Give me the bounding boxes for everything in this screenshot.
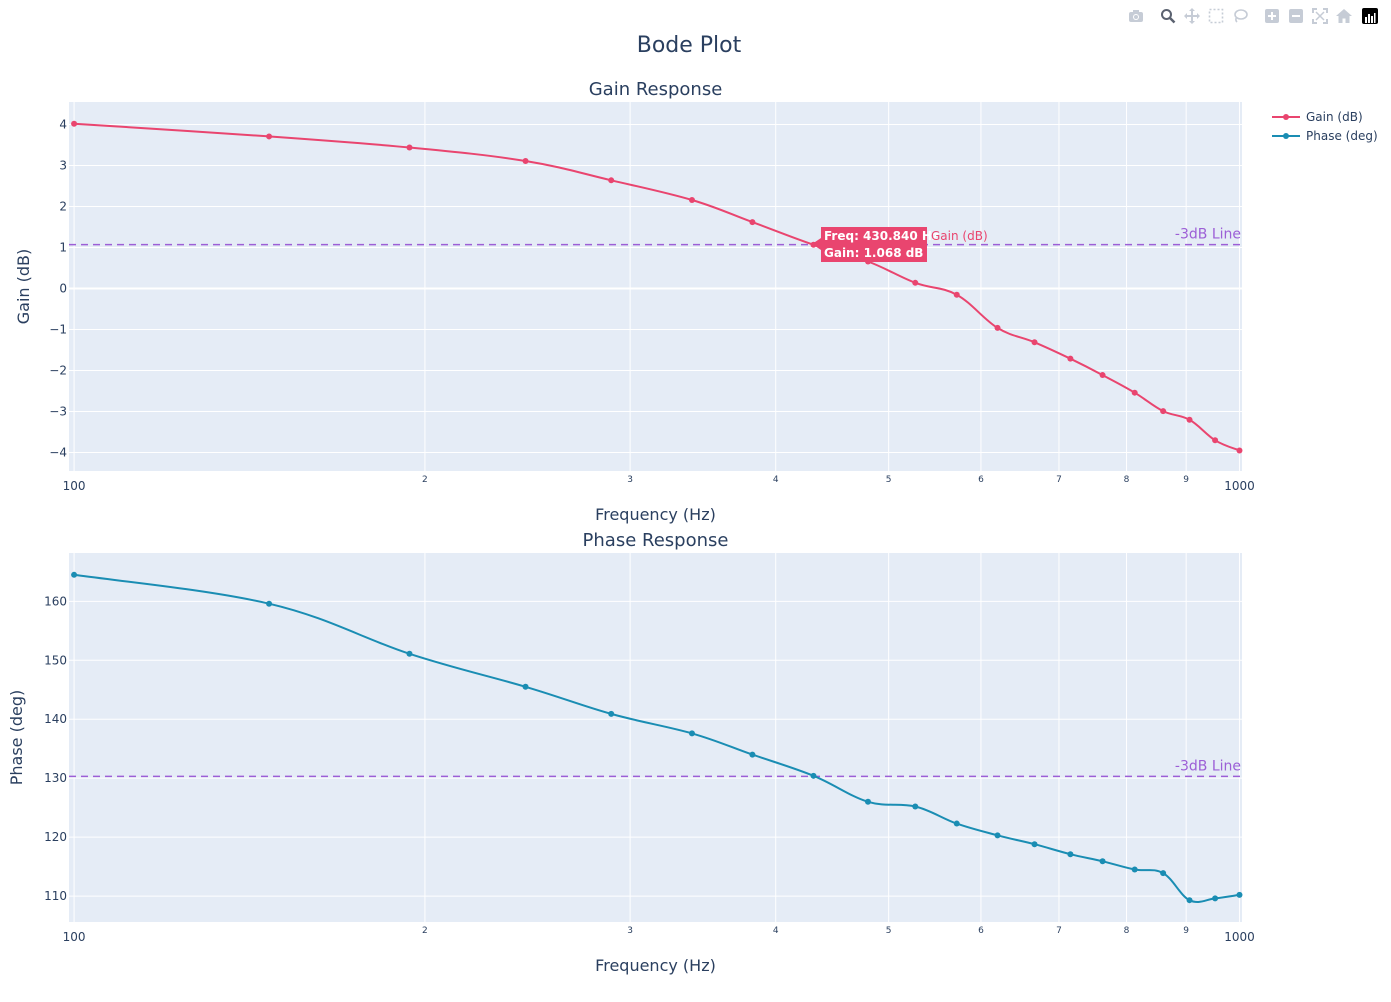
hover-line-1: Freq: 430.840 Hz (824, 229, 939, 243)
data-point[interactable] (864, 798, 871, 805)
data-point[interactable] (608, 177, 615, 184)
data-point[interactable] (266, 133, 273, 140)
data-point[interactable] (1160, 408, 1167, 415)
bode-figure: Bode Plot 100 2 3 4 5 6 7 8 9 1000 4 3 2 1 0 −1 −2 −3 −4 -3… (7, 33, 1378, 975)
data-point[interactable] (522, 683, 529, 690)
x-tick-label: 8 (1124, 926, 1130, 936)
legend-item-gain[interactable]: Gain (dB) (1306, 110, 1363, 124)
subplot-title: Gain Response (589, 79, 723, 100)
data-point[interactable] (912, 279, 919, 286)
x-tick-label: 6 (978, 475, 984, 485)
y-axis-title: Phase (deg) (7, 690, 26, 786)
data-point[interactable] (266, 600, 273, 607)
data-point[interactable] (912, 803, 919, 810)
data-point[interactable] (749, 751, 756, 758)
hover-trace-name: Gain (dB) (931, 229, 988, 243)
x-tick-label: 4 (773, 926, 779, 936)
subplots: 100 2 3 4 5 6 7 8 9 1000 4 3 2 1 0 −1 −2 −3 −4 -3dB Line Gai… (7, 79, 1255, 975)
data-point[interactable] (406, 650, 413, 657)
y-tick-label: 4 (59, 118, 67, 132)
subplot-title: Phase Response (583, 530, 729, 551)
data-point[interactable] (953, 291, 960, 298)
y-tick-label: 3 (59, 159, 67, 173)
y-tick-label: −4 (49, 446, 67, 460)
data-point[interactable] (1067, 355, 1074, 362)
x-tick-label: 7 (1056, 475, 1062, 485)
x-tick-label: 5 (886, 926, 892, 936)
data-point[interactable] (1131, 866, 1138, 873)
y-tick-label: −3 (49, 405, 67, 419)
data-point[interactable] (1031, 339, 1038, 346)
x-tick-label: 100 (63, 930, 86, 944)
x-tick-label: 100 (63, 479, 86, 493)
data-point[interactable] (522, 158, 529, 165)
y-tick-label: 160 (44, 594, 67, 608)
data-point[interactable] (608, 710, 615, 717)
data-point[interactable] (749, 219, 756, 226)
x-tick-label: 8 (1124, 475, 1130, 485)
data-point[interactable] (1236, 447, 1243, 454)
x-tick-label: 4 (773, 475, 779, 485)
y-axis-title: Gain (dB) (14, 249, 33, 325)
data-point[interactable] (953, 820, 960, 827)
y-tick-label: 0 (59, 282, 67, 296)
x-axis-title: Frequency (Hz) (595, 956, 716, 975)
subplot-phase: 100 2 3 4 5 6 7 8 9 1000 160 150 140 130 120 110 -3dB Li… (7, 530, 1255, 975)
data-point[interactable] (688, 196, 695, 203)
data-point[interactable] (810, 772, 817, 779)
legend-item-phase[interactable]: Phase (deg) (1306, 129, 1378, 143)
data-point[interactable] (1099, 372, 1106, 379)
y-tick-label: 150 (44, 653, 67, 667)
plot-area[interactable] (69, 553, 1242, 922)
data-point[interactable] (994, 324, 1001, 331)
plot-area[interactable] (69, 102, 1242, 471)
reference-line-label: -3dB Line (1175, 758, 1241, 774)
y-tick-label: 130 (44, 771, 67, 785)
data-point[interactable] (1212, 895, 1219, 902)
data-point[interactable] (1160, 870, 1167, 877)
subplot-gain: 100 2 3 4 5 6 7 8 9 1000 4 3 2 1 0 −1 −2 −3 −4 -3dB Line Gai… (14, 79, 1255, 524)
y-tick-label: 110 (44, 889, 67, 903)
x-tick-label: 1000 (1224, 479, 1255, 493)
data-point[interactable] (994, 832, 1001, 839)
legend: Gain (dB) Phase (deg) (1272, 110, 1378, 143)
data-point[interactable] (1067, 851, 1074, 858)
data-point[interactable] (71, 571, 78, 578)
x-tick-label: 6 (978, 926, 984, 936)
figure-title: Bode Plot (637, 33, 742, 58)
y-tick-label: 140 (44, 712, 67, 726)
y-tick-label: −1 (49, 323, 67, 337)
hover-line-2: Gain: 1.068 dB (824, 246, 923, 260)
x-tick-label: 3 (627, 475, 633, 485)
x-tick-label: 7 (1056, 926, 1062, 936)
y-tick-label: 2 (59, 200, 67, 214)
data-point[interactable] (688, 730, 695, 737)
data-point[interactable] (1186, 897, 1193, 904)
x-tick-label: 9 (1183, 475, 1189, 485)
y-tick-label: 1 (59, 241, 67, 255)
y-tick-label: −2 (49, 364, 67, 378)
data-point[interactable] (1131, 389, 1138, 396)
reference-line-label: -3dB Line (1175, 227, 1241, 243)
x-tick-label: 5 (886, 475, 892, 485)
x-tick-label: 9 (1183, 926, 1189, 936)
data-point[interactable] (1099, 858, 1106, 865)
x-axis-title: Frequency (Hz) (595, 505, 716, 524)
x-tick-label: 2 (422, 475, 428, 485)
data-point[interactable] (1186, 416, 1193, 423)
data-point[interactable] (1236, 891, 1243, 898)
data-point[interactable] (71, 120, 78, 127)
x-tick-label: 3 (627, 926, 633, 936)
data-point[interactable] (1212, 437, 1219, 444)
y-tick-label: 120 (44, 830, 67, 844)
x-tick-label: 1000 (1224, 930, 1255, 944)
data-point[interactable] (1031, 841, 1038, 848)
data-point[interactable] (406, 144, 413, 151)
x-tick-label: 2 (422, 926, 428, 936)
